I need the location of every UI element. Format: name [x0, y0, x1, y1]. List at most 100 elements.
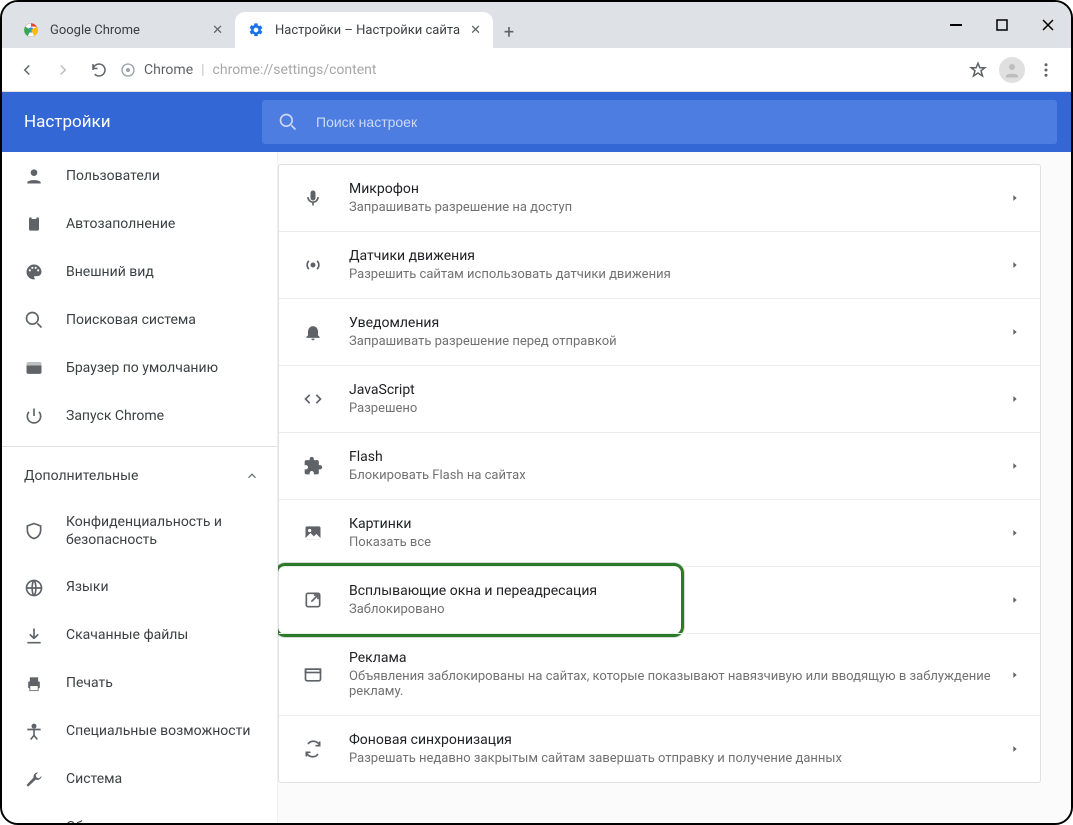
sidebar-item-wrench[interactable]: Система	[2, 756, 277, 804]
profile-avatar[interactable]	[999, 57, 1025, 83]
kebab-menu-button[interactable]	[1031, 55, 1061, 85]
sidebar-item-search[interactable]: Поисковая система	[2, 296, 277, 344]
chrome-scheme-icon	[120, 62, 136, 78]
sidebar-item-power[interactable]: Запуск Chrome	[2, 392, 277, 440]
setting-subtitle: Показать все	[349, 535, 998, 550]
sidebar-item-person[interactable]: Пользователи	[2, 152, 277, 200]
new-tab-button[interactable]: +	[493, 16, 525, 48]
settings-search[interactable]	[262, 100, 1057, 144]
sidebar-item-palette[interactable]: Внешний вид	[2, 248, 277, 296]
chevron-right-icon	[998, 394, 1020, 404]
setting-javascript[interactable]: JavaScript Разрешено	[279, 365, 1040, 432]
bookmark-button[interactable]	[963, 55, 993, 85]
sidebar-item-browser[interactable]: Браузер по умолчанию	[2, 344, 277, 392]
globe-icon	[24, 578, 44, 598]
sidebar-item-label: Сброс настроек и удаление вредоносного П…	[66, 818, 277, 823]
sidebar-advanced-toggle[interactable]: Дополнительные	[2, 453, 277, 499]
puzzle-icon	[299, 456, 327, 476]
chevron-right-icon	[998, 327, 1020, 337]
omnibox-url: chrome://settings/content	[213, 62, 377, 78]
reload-button[interactable]	[84, 55, 114, 85]
setting-subtitle: Объявления заблокированы на сайтах, кото…	[349, 669, 998, 699]
image-icon	[299, 523, 327, 543]
sidebar-item-restore[interactable]: Сброс настроек и удаление вредоносного П…	[2, 804, 277, 823]
settings-banner: Настройки	[2, 92, 1071, 152]
sidebar-item-label: Языки	[66, 578, 109, 596]
setting-title: Датчики движения	[349, 248, 998, 264]
setting-subtitle: Разрешено	[349, 401, 998, 416]
setting-notifications[interactable]: Уведомления Запрашивать разрешение перед …	[279, 298, 1040, 365]
setting-title: JavaScript	[349, 382, 998, 398]
chrome-favicon-icon	[22, 21, 40, 39]
minimize-button[interactable]	[933, 2, 979, 48]
setting-ads[interactable]: Реклама Объявления заблокированы на сайта…	[279, 633, 1040, 715]
omnibox-scheme: Chrome	[144, 62, 193, 78]
back-button[interactable]	[12, 55, 42, 85]
search-icon	[278, 112, 298, 132]
tab-label: Настройки – Настройки сайта	[275, 23, 460, 38]
setting-flash[interactable]: FlashБлокировать Flash на сайтах	[279, 432, 1040, 499]
setting-images[interactable]: КартинкиПоказать все	[279, 499, 1040, 566]
sidebar-item-label: Автозаполнение	[66, 215, 175, 233]
chevron-right-icon	[998, 670, 1020, 680]
sidebar-item-globe[interactable]: Языки	[2, 564, 277, 612]
search-icon	[24, 310, 44, 330]
settings-search-input[interactable]	[314, 113, 1041, 131]
setting-bg-sync[interactable]: Фоновая синхронизацияРазрешать недавно з…	[279, 715, 1040, 782]
close-icon[interactable]: ✕	[212, 23, 223, 38]
bell-icon	[299, 322, 327, 342]
setting-subtitle: Запрашивать разрешение на доступ	[349, 200, 998, 215]
setting-title: Уведомления	[349, 315, 998, 331]
motion-icon	[299, 255, 327, 275]
shield-icon	[24, 521, 44, 541]
chevron-right-icon	[998, 595, 1020, 605]
chevron-right-icon	[998, 260, 1020, 270]
setting-subtitle: Запрашивать разрешение перед отправкой	[349, 334, 998, 349]
setting-subtitle: Заблокировано	[349, 602, 998, 617]
power-icon	[24, 406, 44, 426]
setting-motion[interactable]: Датчики движения Разрешить сайтам использ…	[279, 231, 1040, 298]
tab-strip: Google Chrome ✕ Настройки – Настройки са…	[2, 2, 1071, 48]
browser-icon	[24, 358, 44, 378]
forward-button[interactable]	[48, 55, 78, 85]
sidebar-item-shield[interactable]: Конфиденциальность и безопасность	[2, 499, 277, 563]
maximize-button[interactable]	[979, 2, 1025, 48]
sidebar-item-label: Специальные возможности	[66, 722, 250, 740]
tab-settings[interactable]: Настройки – Настройки сайта ✕	[235, 12, 493, 48]
download-icon	[24, 626, 44, 646]
setting-subtitle: Блокировать Flash на сайтах	[349, 468, 998, 483]
print-icon	[24, 674, 44, 694]
tab-label: Google Chrome	[50, 23, 140, 38]
sidebar-item-download[interactable]: Скачанные файлы	[2, 612, 277, 660]
settings-favicon-icon	[247, 21, 265, 39]
chevron-right-icon	[998, 193, 1020, 203]
sidebar-item-clipboard[interactable]: Автозаполнение	[2, 200, 277, 248]
sidebar-item-label: Конфиденциальность и безопасность	[66, 513, 277, 549]
palette-icon	[24, 262, 44, 282]
wrench-icon	[24, 770, 44, 790]
close-window-button[interactable]	[1025, 2, 1071, 48]
setting-title: Фоновая синхронизация	[349, 732, 998, 748]
window-controls	[933, 2, 1071, 48]
clipboard-icon	[24, 214, 44, 234]
chevron-up-icon	[245, 469, 259, 483]
sidebar-item-label: Пользователи	[66, 167, 160, 185]
setting-popups[interactable]: Всплывающие окна и переадресация Заблокир…	[279, 566, 1040, 633]
person-icon	[24, 166, 44, 186]
sidebar-item-a11y[interactable]: Специальные возможности	[2, 708, 277, 756]
popup-icon	[299, 590, 327, 610]
sidebar-item-print[interactable]: Печать	[2, 660, 277, 708]
tab-google-chrome[interactable]: Google Chrome ✕	[10, 12, 235, 48]
setting-title: Всплывающие окна и переадресация	[349, 583, 998, 599]
sync-icon	[299, 739, 327, 759]
close-icon[interactable]: ✕	[470, 23, 481, 38]
sidebar-item-label: Печать	[66, 674, 113, 692]
setting-microphone[interactable]: МикрофонЗапрашивать разрешение на доступ	[279, 165, 1040, 231]
page-title: Настройки	[2, 112, 262, 132]
sidebar-item-label: Дополнительные	[24, 467, 138, 485]
code-icon	[299, 389, 327, 409]
setting-subtitle: Разрешить сайтам использовать датчики дв…	[349, 267, 998, 282]
omnibox[interactable]: Chrome | chrome://settings/content	[120, 62, 957, 78]
setting-title: Реклама	[349, 650, 998, 666]
sidebar-item-label: Система	[66, 770, 122, 788]
